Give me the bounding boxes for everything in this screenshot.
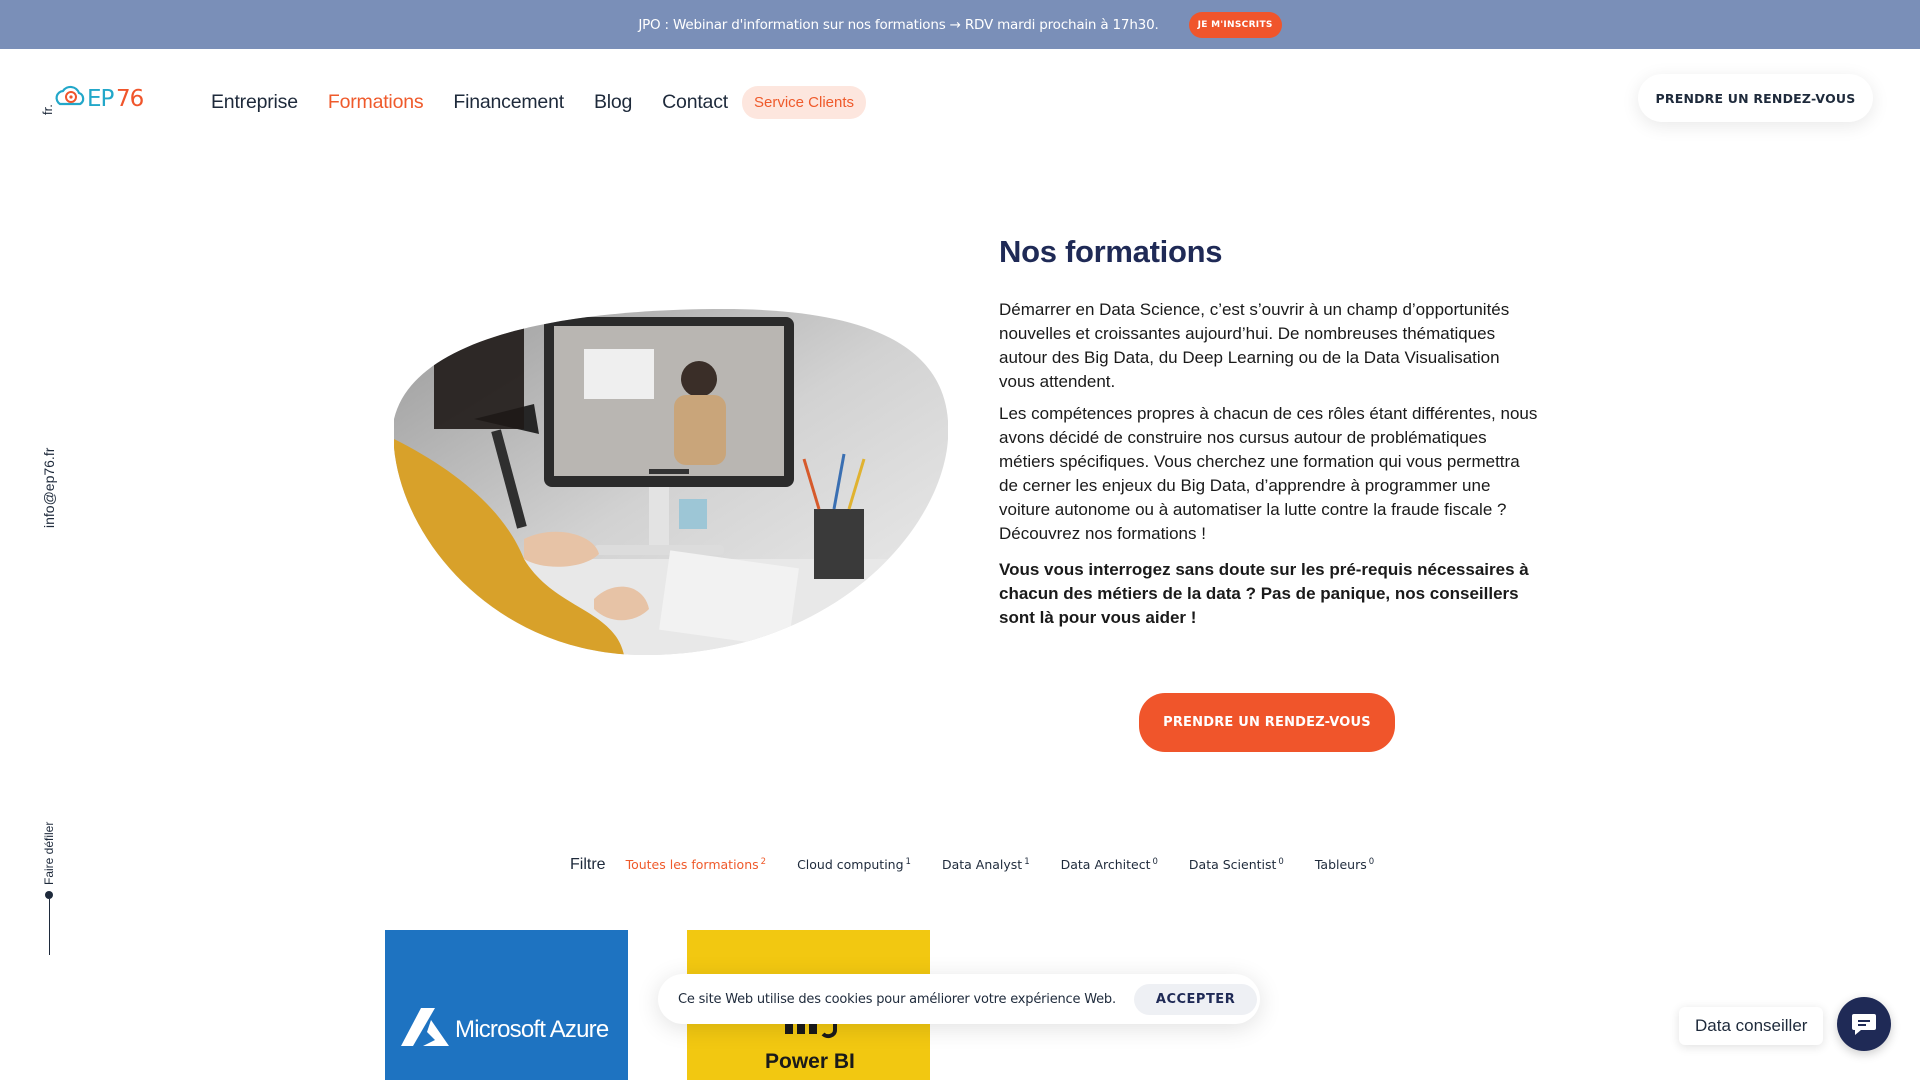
chat-button[interactable] bbox=[1837, 997, 1891, 1051]
filter-cloud-count: 1 bbox=[905, 856, 911, 867]
filter-data-analyst[interactable]: Data Analyst 1 bbox=[942, 857, 1030, 872]
hero-appointment-button[interactable]: PRENDRE UN RENDEZ-VOUS bbox=[1139, 693, 1395, 752]
filter-analyst-count: 1 bbox=[1024, 856, 1030, 867]
main-nav: Entreprise Formations Financement Blog C… bbox=[211, 86, 867, 119]
nav-item-contact[interactable]: Contact bbox=[662, 91, 728, 114]
register-button[interactable]: JE M'INSCRITS bbox=[1188, 11, 1282, 38]
svg-text:EP: EP bbox=[87, 86, 115, 112]
filter-data-architect[interactable]: Data Architect 0 bbox=[1061, 857, 1158, 872]
azure-logo-icon bbox=[401, 1008, 449, 1046]
chat-label[interactable]: Data conseiller bbox=[1679, 1007, 1824, 1045]
svg-text:76: 76 bbox=[116, 86, 144, 112]
filter-architect-count: 0 bbox=[1152, 856, 1158, 867]
announcement-text: JPO : Webinar d'information sur nos form… bbox=[638, 16, 1159, 33]
azure-brand: Microsoft Azure bbox=[455, 1016, 609, 1043]
page-title: Nos formations bbox=[999, 234, 1223, 269]
formation-card-azure[interactable]: Microsoft Azure bbox=[385, 930, 628, 1080]
scroll-dot-icon bbox=[45, 891, 53, 899]
formation-filters: Filtre Toutes les formations 2 Cloud comp… bbox=[570, 856, 1405, 874]
nav-item-blog[interactable]: Blog bbox=[594, 91, 632, 114]
header-appointment-button[interactable]: PRENDRE UN RENDEZ-VOUS bbox=[1638, 74, 1873, 122]
filter-label: Filtre bbox=[570, 856, 606, 873]
filter-all-count: 2 bbox=[760, 856, 767, 867]
nav-item-formations[interactable]: Formations bbox=[328, 91, 424, 114]
language-selector[interactable]: fr. bbox=[40, 104, 55, 115]
filter-cloud-label: Cloud computing bbox=[797, 857, 904, 872]
filter-architect-label: Data Architect bbox=[1060, 857, 1151, 872]
filter-cloud-computing[interactable]: Cloud computing 1 bbox=[797, 857, 911, 872]
ep76-logo[interactable]: EP 76 bbox=[50, 82, 150, 114]
filter-all-label: Toutes les formations bbox=[625, 857, 759, 872]
email-link[interactable]: info@ep76.fr bbox=[41, 448, 57, 528]
filter-tableurs-count: 0 bbox=[1368, 856, 1375, 867]
filter-tableurs-label: Tableurs bbox=[1314, 857, 1367, 872]
chat-bubble-icon bbox=[1852, 1014, 1876, 1035]
filter-data-scientist[interactable]: Data Scientist 0 bbox=[1189, 857, 1284, 872]
service-clients-button[interactable]: Service Clients bbox=[741, 86, 867, 119]
filter-scientist-label: Data Scientist bbox=[1188, 857, 1277, 872]
accept-cookies-button[interactable]: ACCEPTER bbox=[1133, 983, 1258, 1015]
hero-image bbox=[394, 309, 948, 655]
nav-item-entreprise[interactable]: Entreprise bbox=[211, 91, 298, 114]
description-paragraph: Les compétences propres à chacun de ces … bbox=[999, 404, 1538, 543]
filter-tableurs[interactable]: Tableurs 0 bbox=[1315, 857, 1374, 872]
nav-item-financement[interactable]: Financement bbox=[453, 91, 564, 114]
powerbi-brand: Power BI bbox=[765, 1050, 855, 1073]
scroll-label: Faire défiler bbox=[42, 821, 56, 885]
filter-all[interactable]: Toutes les formations 2 bbox=[626, 857, 767, 872]
filter-scientist-count: 0 bbox=[1278, 856, 1284, 867]
cookie-text: Ce site Web utilise des cookies pour amé… bbox=[678, 991, 1116, 1007]
intro-paragraph: Démarrer en Data Science, c’est s’ouvrir… bbox=[999, 300, 1510, 391]
announcement-bar: JPO : Webinar d'information sur nos form… bbox=[0, 0, 1920, 49]
advice-paragraph: Vous vous interrogez sans doute sur les … bbox=[999, 560, 1529, 627]
scroll-line bbox=[49, 899, 50, 955]
cookie-banner: Ce site Web utilise des cookies pour amé… bbox=[658, 974, 1260, 1024]
filter-analyst-label: Data Analyst bbox=[941, 857, 1023, 872]
